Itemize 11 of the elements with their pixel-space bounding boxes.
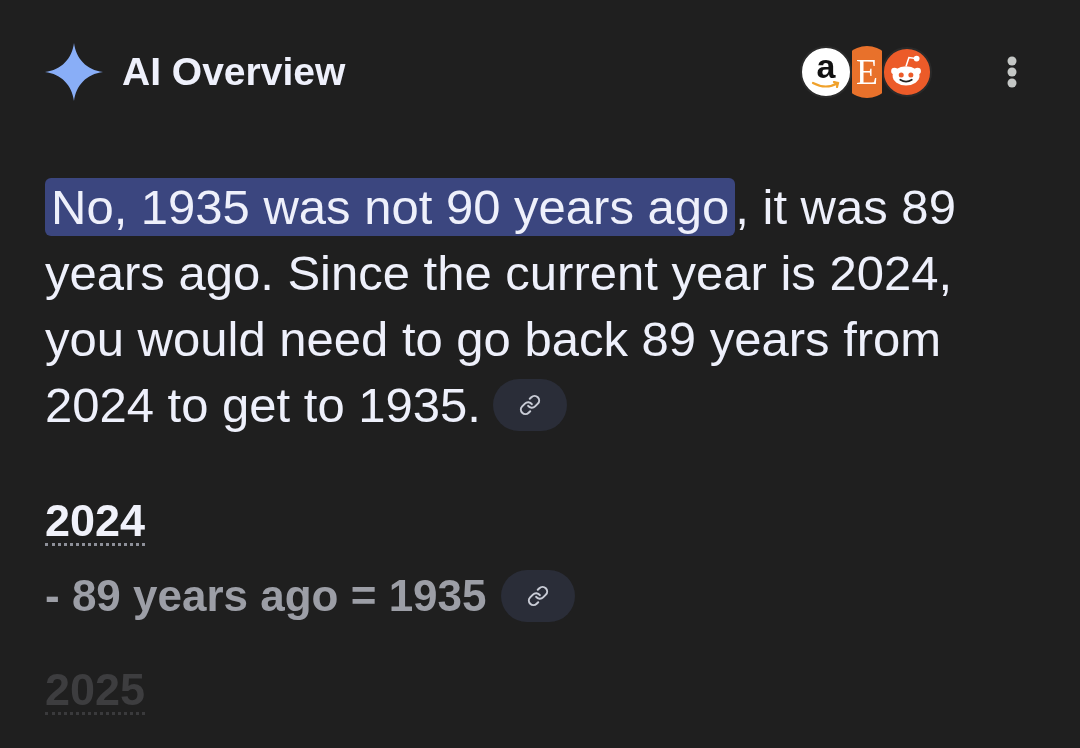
overview-title: AI Overview bbox=[122, 48, 346, 95]
link-icon bbox=[518, 394, 541, 417]
source-link-button[interactable] bbox=[500, 570, 575, 622]
sparkle-icon bbox=[45, 43, 103, 101]
kebab-menu-icon bbox=[1007, 56, 1017, 88]
link-icon bbox=[526, 585, 549, 607]
calculation-text: - 89 years ago = 1935 bbox=[45, 570, 487, 622]
alien-face-icon[interactable] bbox=[882, 47, 932, 97]
year-heading[interactable]: 2024 bbox=[45, 502, 146, 546]
source-logo[interactable]: a bbox=[800, 46, 852, 98]
answer-paragraph: No, 1935 was not 90 years ago, it was 89 years ago. Since the current year is 2024, you would need to go back 89 years from 2024 to get to 1935. bbox=[45, 177, 957, 434]
